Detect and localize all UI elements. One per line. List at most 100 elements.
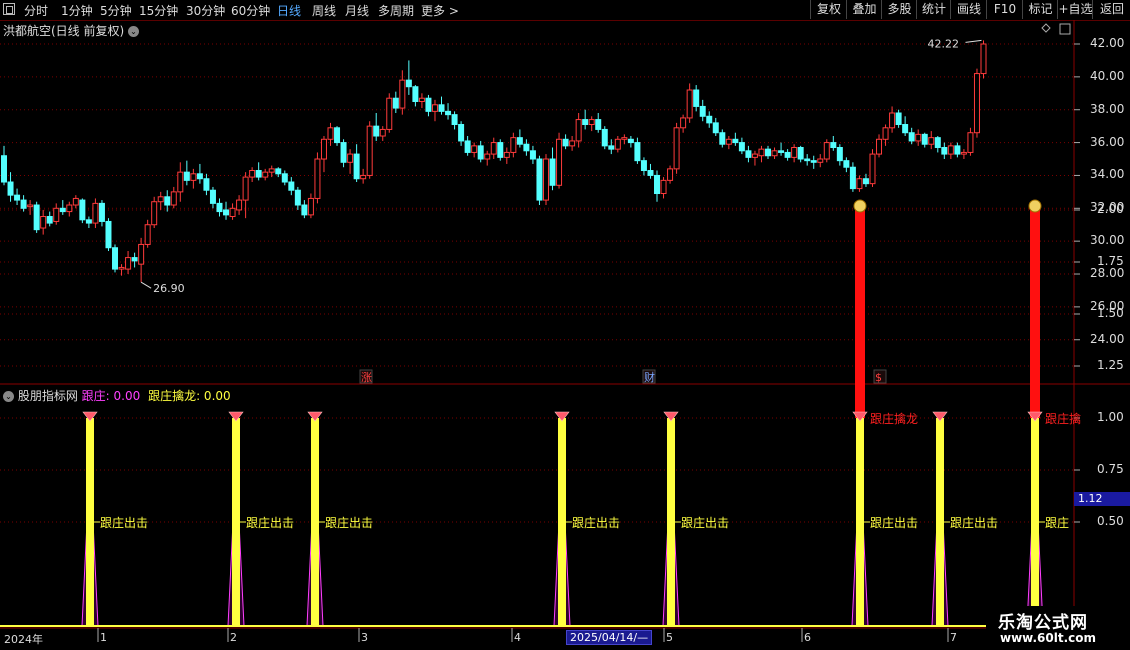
candle-body [771, 150, 778, 157]
candle-body [706, 115, 713, 124]
candle-body [249, 170, 256, 178]
candle-body [157, 196, 164, 203]
candle-body [229, 207, 236, 218]
candle-body [431, 104, 438, 112]
signal-bar [936, 418, 944, 626]
candle-body [347, 153, 354, 163]
gem-icon [307, 411, 323, 422]
candle-body [307, 197, 314, 216]
indicator-tick-label: 1.75 [1097, 254, 1124, 268]
candle-body [758, 148, 765, 157]
price-tick-label: 30.00 [1090, 233, 1125, 248]
indicator-tick-label: 1.25 [1097, 358, 1124, 372]
candle-body [366, 125, 373, 176]
candle-body [255, 170, 262, 178]
candle-body [928, 137, 935, 145]
candle-body [223, 209, 230, 216]
candle-body [673, 127, 680, 170]
candle-body [732, 138, 739, 144]
candle-body [647, 170, 654, 176]
indicator-tick-label: 1.50 [1097, 306, 1124, 320]
candle-body [569, 140, 576, 147]
diamond-icon [1041, 23, 1051, 33]
candle-body [464, 140, 471, 153]
candle-body [556, 138, 563, 186]
candle-body [562, 138, 569, 147]
candle-body [340, 142, 347, 163]
dragon-label: 跟庄擒龙 [870, 411, 918, 426]
candle-body [151, 201, 158, 226]
candle-body [503, 151, 510, 158]
event-marker: $ [875, 371, 882, 384]
candle-body [797, 147, 804, 160]
candle-body [301, 204, 308, 216]
candle-body [980, 43, 987, 75]
candle-body [588, 119, 595, 126]
candle-body [542, 158, 549, 201]
gem-icon [663, 411, 679, 422]
indicator-tick-label: 0.50 [1097, 514, 1124, 528]
signal-label: 跟庄出击 [681, 515, 729, 530]
candle-body [327, 127, 334, 140]
candle-body [281, 173, 288, 183]
candle-body [804, 158, 811, 162]
gem-icon [554, 411, 570, 422]
candle-body [778, 150, 785, 153]
gem-icon [932, 411, 948, 422]
candle-body [973, 73, 980, 134]
candle-body [190, 173, 197, 181]
candle-body [634, 142, 641, 162]
candle-body [392, 97, 399, 109]
month-label: 7 [950, 631, 957, 644]
month-label: 1 [100, 631, 107, 644]
candle-body [902, 124, 909, 134]
candle-body [405, 79, 412, 88]
price-tick-label: 38.00 [1090, 101, 1125, 116]
candle-body [529, 150, 536, 160]
price-tick-label: 36.00 [1090, 134, 1125, 149]
signal-label: 跟庄出击 [572, 515, 620, 530]
signal-label: 跟庄出击 [870, 515, 918, 530]
candle-body [934, 137, 941, 149]
candle-body [7, 181, 14, 196]
candle-body [751, 153, 758, 158]
signal-label: 跟庄出击 [100, 515, 148, 530]
watermark-url: www.60lt.com [1000, 631, 1097, 645]
candle-body [85, 219, 92, 224]
candle-body [1, 155, 7, 183]
candle-body [621, 137, 628, 140]
candle-body [967, 132, 974, 153]
candle-body [680, 117, 687, 129]
candle-body [458, 124, 465, 142]
candle-body [53, 207, 60, 222]
candle-body [288, 181, 295, 191]
candle-body [856, 178, 863, 190]
candle-body [412, 86, 419, 103]
candle-body [125, 257, 132, 270]
candle-body [660, 179, 667, 195]
month-label: 2 [230, 631, 237, 644]
candle-body [320, 138, 327, 160]
dragon-label: 跟庄擒 [1045, 411, 1081, 426]
signal-bar [1031, 418, 1039, 626]
candle-body [425, 97, 432, 112]
signal-bar [311, 418, 319, 626]
month-label: 3 [361, 631, 368, 644]
candle-body [360, 174, 367, 180]
indicator-name[interactable]: 股朋指标网 [18, 389, 78, 403]
candle-body [614, 138, 621, 150]
signal-label: 跟庄 [1045, 515, 1069, 530]
candle-body [510, 137, 517, 153]
signal-label: 跟庄出击 [246, 515, 294, 530]
candle-body [418, 97, 425, 103]
dragon-bar [1030, 210, 1040, 418]
watermark-title: 乐淘公式网 [998, 613, 1088, 633]
candle-body [745, 150, 752, 158]
candle-body [79, 199, 86, 221]
candle-body [830, 142, 837, 149]
candle-body [823, 142, 830, 160]
candle-body [765, 148, 772, 157]
chevron-down-icon[interactable]: ⌄ [3, 391, 14, 402]
high-arrow [965, 39, 982, 43]
money-bag-icon [1028, 199, 1042, 213]
